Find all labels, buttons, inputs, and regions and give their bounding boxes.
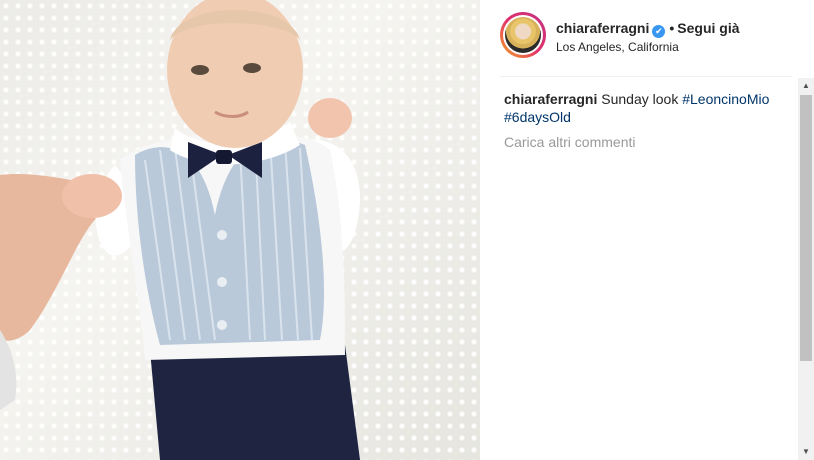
scrollbar[interactable]: ▲ ▼ — [798, 78, 814, 460]
caption: chiaraferragni Sunday look #LeoncinoMio … — [504, 90, 794, 126]
story-ring[interactable] — [500, 12, 546, 58]
caption-username[interactable]: chiaraferragni — [504, 91, 597, 107]
load-more-comments-button[interactable]: Carica altri commenti — [504, 134, 635, 150]
avatar[interactable] — [503, 15, 543, 55]
post-sidebar: chiaraferragni ✔ • Segui già Los Angeles, C… — [480, 0, 814, 460]
caption-text: Sunday look — [601, 91, 679, 107]
location-link[interactable]: Los Angeles, California — [556, 40, 679, 54]
username-row: chiaraferragni ✔ • Segui già — [556, 19, 740, 38]
scroll-down-arrow-icon[interactable]: ▼ — [798, 444, 814, 460]
following-button[interactable]: Segui già — [677, 20, 739, 36]
avatar-image — [505, 17, 541, 53]
header-divider — [500, 76, 792, 77]
verified-badge-icon: ✔ — [652, 25, 666, 38]
username-link[interactable]: chiaraferragni — [556, 20, 649, 36]
scroll-thumb[interactable] — [800, 95, 812, 361]
post-photo[interactable] — [0, 0, 480, 460]
baby-photo-illustration — [0, 0, 360, 460]
hashtag-link[interactable]: #6daysOld — [504, 109, 571, 125]
post-header: chiaraferragni ✔ • Segui già Los Angeles, C… — [500, 12, 790, 62]
instagram-post: chiaraferragni ✔ • Segui già Los Angeles, C… — [0, 0, 814, 460]
scroll-up-arrow-icon[interactable]: ▲ — [798, 78, 814, 94]
hashtag-link[interactable]: #LeoncinoMio — [682, 91, 769, 107]
separator-dot: • — [669, 20, 675, 36]
